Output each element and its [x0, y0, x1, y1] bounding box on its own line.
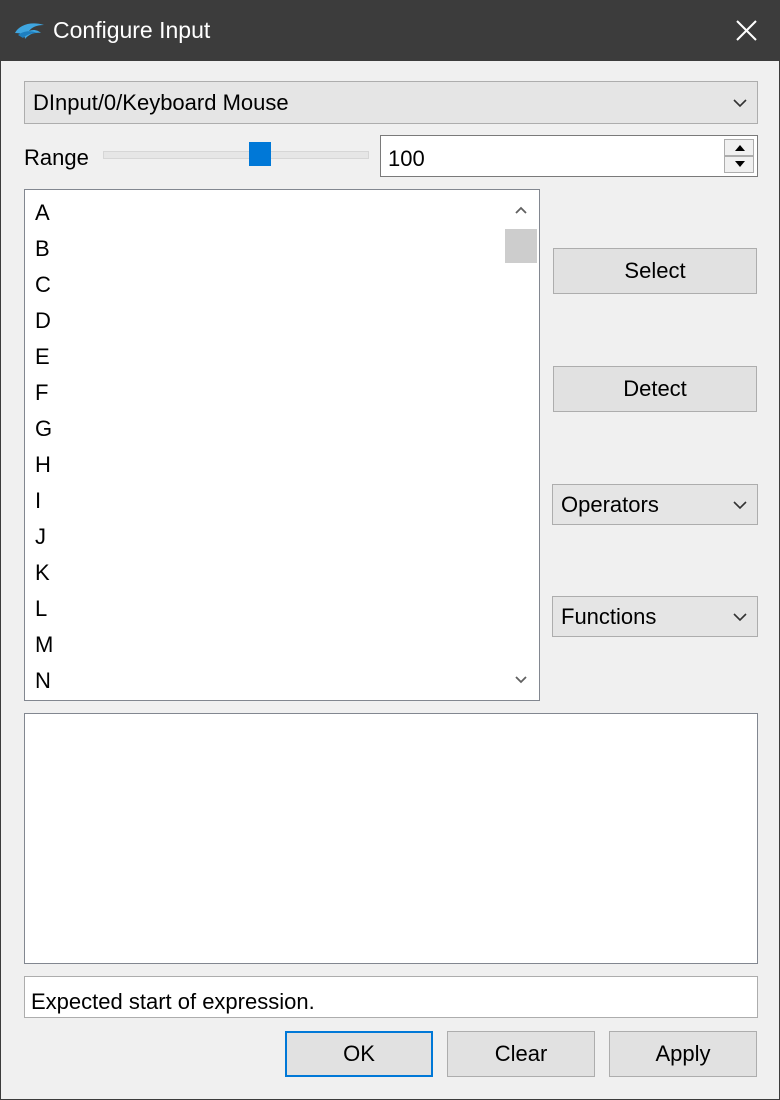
list-item[interactable]: C [25, 262, 503, 298]
vertical-scrollbar[interactable] [504, 191, 538, 699]
chevron-down-icon [733, 612, 747, 621]
functions-label: Functions [561, 603, 657, 629]
list-item[interactable]: D [25, 298, 503, 334]
dolphin-logo-icon [15, 23, 44, 39]
list-item[interactable]: K [25, 550, 503, 586]
range-spinbox[interactable]: 100 [380, 135, 758, 177]
list-item[interactable]: B [25, 226, 503, 262]
chevron-down-icon [733, 500, 747, 509]
ok-button-label: OK [343, 1041, 375, 1066]
list-item[interactable]: F [25, 370, 503, 406]
close-button[interactable] [723, 9, 769, 53]
slider-thumb[interactable] [248, 142, 271, 166]
triangle-up-icon [735, 145, 745, 151]
slider-track [103, 151, 369, 159]
chevron-up-icon[interactable] [514, 205, 528, 215]
list-item[interactable]: G [25, 406, 503, 442]
detect-button-label: Detect [623, 376, 687, 401]
configure-input-dialog: Configure Input DInput/0/Keyboard Mouse … [0, 0, 780, 1100]
key-list-items: ABCDEFGHIJKLMN [25, 190, 503, 694]
input-key-list[interactable]: ABCDEFGHIJKLMN [24, 189, 540, 701]
range-slider[interactable] [103, 141, 369, 171]
device-select[interactable]: DInput/0/Keyboard Mouse [24, 81, 758, 124]
range-label: Range [24, 145, 89, 170]
list-item[interactable]: N [25, 658, 503, 694]
spin-up-button[interactable] [724, 139, 754, 156]
ok-button[interactable]: OK [285, 1031, 433, 1077]
title-bar[interactable]: Configure Input [1, 1, 780, 61]
range-value: 100 [388, 146, 425, 171]
operators-dropdown[interactable]: Operators [552, 484, 758, 525]
apply-button-label: Apply [655, 1041, 711, 1066]
window-title: Configure Input [53, 17, 211, 43]
triangle-down-icon [735, 161, 745, 167]
expression-editor[interactable] [24, 713, 758, 964]
list-item[interactable]: L [25, 586, 503, 622]
device-select-value: DInput/0/Keyboard Mouse [33, 89, 289, 115]
scroll-thumb[interactable] [505, 229, 537, 263]
list-item[interactable]: A [25, 190, 503, 226]
select-button[interactable]: Select [553, 248, 757, 294]
close-icon [736, 20, 757, 41]
list-item[interactable]: H [25, 442, 503, 478]
chevron-down-icon[interactable] [514, 675, 528, 685]
spin-down-button[interactable] [724, 156, 754, 173]
status-field: Expected start of expression. [24, 976, 758, 1018]
list-item[interactable]: E [25, 334, 503, 370]
operators-label: Operators [561, 491, 659, 517]
list-item[interactable]: M [25, 622, 503, 658]
detect-button[interactable]: Detect [553, 366, 757, 412]
status-message: Expected start of expression. [31, 989, 315, 1014]
select-button-label: Select [624, 258, 686, 283]
apply-button[interactable]: Apply [609, 1031, 757, 1077]
clear-button-label: Clear [494, 1041, 548, 1066]
functions-dropdown[interactable]: Functions [552, 596, 758, 637]
chevron-down-icon [733, 98, 747, 107]
clear-button[interactable]: Clear [447, 1031, 595, 1077]
list-item[interactable]: I [25, 478, 503, 514]
list-item[interactable]: J [25, 514, 503, 550]
